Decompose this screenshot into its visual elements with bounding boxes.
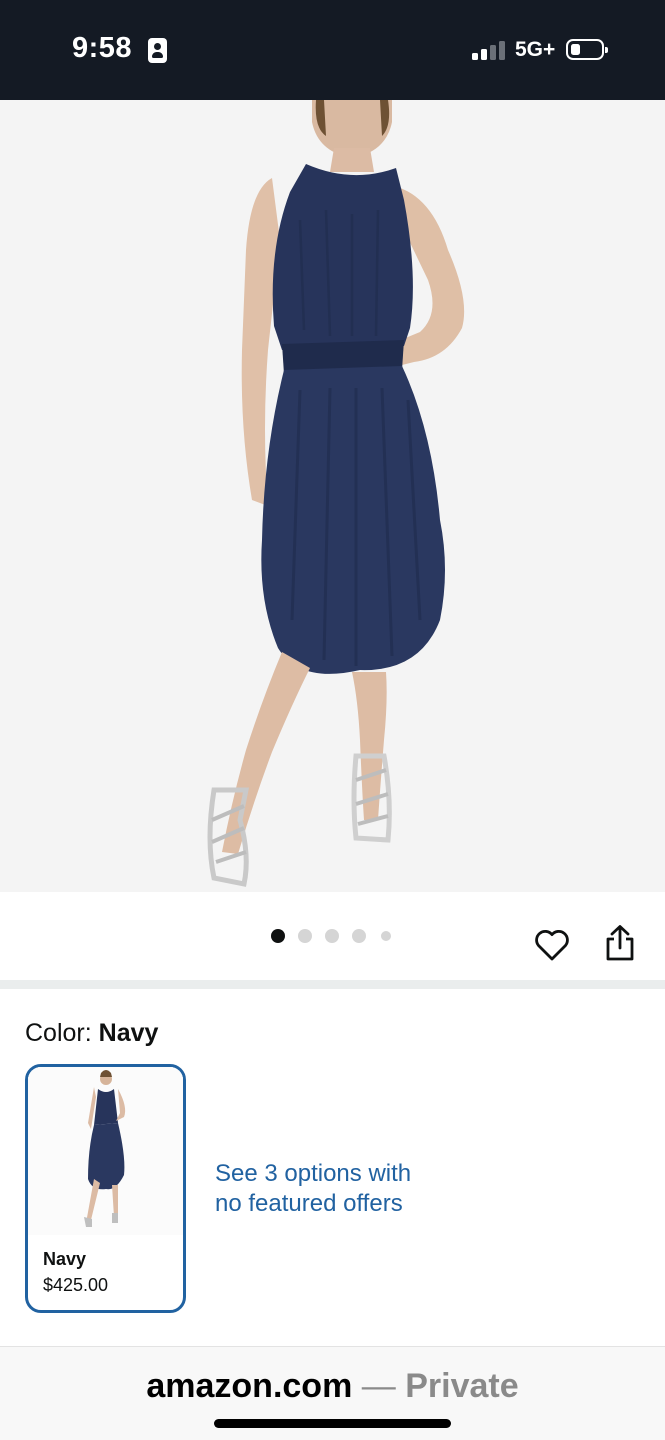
color-label: Color: <box>25 1019 92 1047</box>
carousel-dot[interactable] <box>381 931 391 941</box>
signal-bar <box>481 49 487 60</box>
navy-dress-photo <box>0 100 665 892</box>
status-time: 9:58 <box>72 32 133 64</box>
network-type-label: 5G+ <box>515 38 556 61</box>
section-divider <box>0 980 665 989</box>
see-options-link[interactable]: See 3 options with no featured offers <box>215 1159 475 1219</box>
signal-bar <box>499 41 505 60</box>
color-heading: Color: Navy <box>25 1019 158 1048</box>
home-indicator[interactable] <box>214 1419 451 1428</box>
battery-icon <box>566 39 608 60</box>
navy-dress-thumbnail <box>28 1067 183 1235</box>
url-host: amazon.com <box>146 1367 353 1405</box>
color-swatch-navy[interactable]: Navy $425.00 <box>25 1064 186 1313</box>
contact-card-icon <box>148 38 167 63</box>
private-mode-label: Private <box>405 1367 519 1405</box>
url-separator: — <box>352 1367 406 1405</box>
swatch-price: $425.00 <box>43 1275 109 1295</box>
share-button[interactable] <box>604 924 636 962</box>
heart-icon <box>535 930 569 961</box>
swatch-name: Navy <box>43 1249 87 1269</box>
browser-address-bar[interactable]: amazon.com — Private <box>0 1346 665 1440</box>
carousel-dot[interactable] <box>298 929 312 943</box>
swatch-thumbnail <box>28 1067 183 1235</box>
carousel-dot-active[interactable] <box>271 929 285 943</box>
cellular-signal-icon <box>472 40 508 60</box>
signal-bar <box>490 45 496 60</box>
url-display[interactable]: amazon.com — Private <box>0 1367 665 1406</box>
status-bar: 9:58 5G+ <box>0 0 665 100</box>
carousel-dot[interactable] <box>352 929 366 943</box>
color-value: Navy <box>98 1019 159 1047</box>
share-icon <box>606 925 634 961</box>
see-options-line-2: no featured offers <box>215 1190 403 1217</box>
signal-bar <box>472 53 478 60</box>
see-options-line-1: See 3 options with <box>215 1160 412 1187</box>
wishlist-button[interactable] <box>533 926 571 964</box>
carousel-dot[interactable] <box>325 929 339 943</box>
product-image[interactable] <box>0 100 665 892</box>
